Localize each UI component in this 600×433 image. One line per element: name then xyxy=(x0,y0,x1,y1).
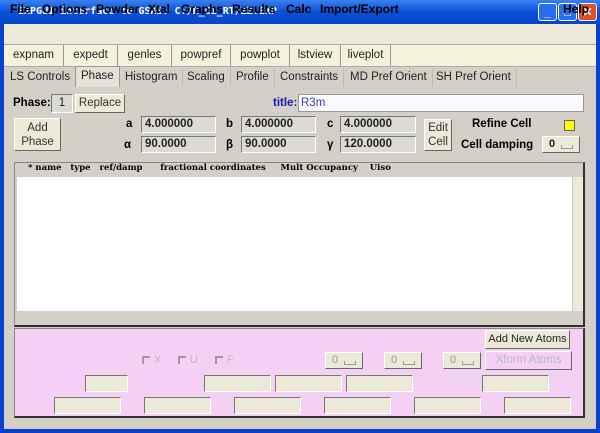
tab-scaling[interactable]: Scaling xyxy=(182,68,231,86)
edit-field[interactable] xyxy=(346,375,413,392)
replace-button[interactable]: Replace xyxy=(75,94,125,113)
cell-damping-label: Cell damping xyxy=(461,139,534,151)
cell-damping-dropdown[interactable]: 0 xyxy=(542,136,580,153)
alpha-field[interactable]: 90.0000 xyxy=(141,136,216,153)
tab-constraints[interactable]: Constraints xyxy=(275,68,345,86)
refine-cell-checkbox[interactable] xyxy=(564,120,575,131)
tab-histogram[interactable]: Histogram xyxy=(120,68,184,86)
alpha-label: α xyxy=(124,139,132,151)
toolbar-powpref[interactable]: powpref xyxy=(172,45,231,66)
refine-f-checkbox[interactable]: F xyxy=(215,354,234,366)
tab-phase[interactable]: Phase xyxy=(75,66,120,87)
b-field[interactable]: 4.000000 xyxy=(241,116,316,133)
a-field[interactable]: 4.000000 xyxy=(141,116,216,133)
u-damping-dropdown[interactable]: 0 xyxy=(384,352,422,369)
phase-label: Phase: xyxy=(13,97,51,109)
edit-field[interactable] xyxy=(204,375,271,392)
edit-field[interactable] xyxy=(414,397,481,414)
menu-results[interactable]: Results xyxy=(232,2,275,16)
atom-list-header: * name type ref/damp fractional coordina… xyxy=(28,163,391,173)
gamma-label: γ xyxy=(327,139,334,151)
refine-u-checkbox[interactable]: U xyxy=(178,354,198,366)
menu-file[interactable]: File xyxy=(10,2,31,16)
edit-field[interactable] xyxy=(85,375,128,392)
a-label: a xyxy=(126,118,133,130)
edit-field[interactable] xyxy=(234,397,301,414)
edit-field[interactable] xyxy=(324,397,391,414)
f-label: F xyxy=(227,354,234,366)
refine-cell-label: Refine Cell xyxy=(472,118,532,130)
minimize-button[interactable]: _ xyxy=(538,3,557,21)
c-field[interactable]: 4.000000 xyxy=(340,116,416,133)
edit-field[interactable] xyxy=(144,397,211,414)
x-damping-dropdown[interactable]: 0 xyxy=(325,352,363,369)
menu-import-export[interactable]: Import/Export xyxy=(320,2,399,16)
add-phase-button[interactable]: Add Phase xyxy=(14,118,61,151)
toolbar-expedt[interactable]: expedt xyxy=(64,45,118,66)
edit-field[interactable] xyxy=(275,375,342,392)
tab-profile[interactable]: Profile xyxy=(231,68,275,86)
tab-md-pref-orient[interactable]: MD Pref Orient xyxy=(345,68,433,86)
beta-label: β xyxy=(226,139,234,151)
menu-powder[interactable]: Powder xyxy=(96,2,139,16)
phase-number[interactable]: 1 xyxy=(51,94,73,113)
edit-cell-button[interactable]: Edit Cell xyxy=(424,119,452,151)
menu-xtal[interactable]: Xtal xyxy=(148,2,170,16)
atom-list-scrollbar[interactable] xyxy=(572,177,583,311)
add-new-atoms-button[interactable]: Add New Atoms xyxy=(485,330,570,349)
edit-field[interactable] xyxy=(504,397,571,414)
menu-graphs[interactable]: Graphs xyxy=(181,2,223,16)
toolbar-lstview[interactable]: lstview xyxy=(290,45,341,66)
toolbar-liveplot[interactable]: liveplot xyxy=(341,45,391,66)
u-label: U xyxy=(190,354,198,366)
xform-atoms-button[interactable]: Xform Atoms xyxy=(485,351,572,370)
toolbar-genles[interactable]: genles xyxy=(118,45,172,66)
title-label: title: xyxy=(273,97,298,109)
atom-list[interactable] xyxy=(17,177,572,311)
refine-x-checkbox[interactable]: X xyxy=(142,354,161,366)
c-label: c xyxy=(327,118,334,130)
menu-calc[interactable]: Calc xyxy=(286,2,311,16)
beta-field[interactable]: 90.0000 xyxy=(241,136,316,153)
b-label: b xyxy=(226,118,234,130)
edit-field[interactable] xyxy=(482,375,549,392)
menu-bar xyxy=(4,24,596,44)
menu-options[interactable]: Options xyxy=(42,2,87,16)
title-input[interactable]: R3m xyxy=(298,94,584,112)
toolbar-powplot[interactable]: powplot xyxy=(231,45,290,66)
menu-help[interactable]: Help xyxy=(563,2,589,16)
edit-field[interactable] xyxy=(54,397,121,414)
toolbar-expnam[interactable]: expnam xyxy=(4,45,64,66)
gamma-field[interactable]: 120.0000 xyxy=(340,136,416,153)
f-damping-dropdown[interactable]: 0 xyxy=(443,352,481,369)
tab-ls-controls[interactable]: LS Controls xyxy=(5,68,77,86)
tab-sh-pref-orient[interactable]: SH Pref Orient xyxy=(431,68,517,86)
x-label: X xyxy=(154,354,162,366)
